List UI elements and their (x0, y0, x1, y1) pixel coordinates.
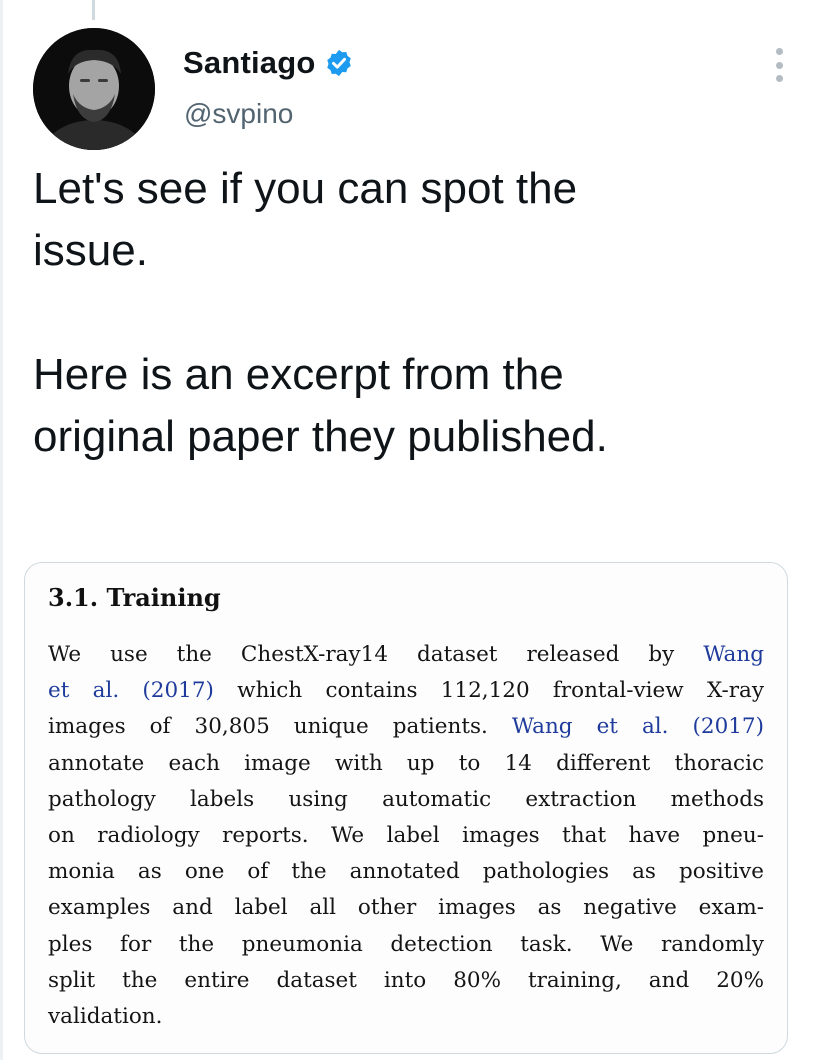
paper-line: split the entire dataset into 80% traini… (48, 967, 764, 993)
more-dot (775, 61, 783, 69)
paper-line: et al. (2017) which contains 112,120 fro… (48, 678, 764, 704)
paper-line: monia as one of the annotated pathologie… (48, 859, 764, 885)
author-handle[interactable]: @svpino (184, 98, 293, 130)
tweet-text: Let's see if you can spot the issue. Her… (33, 158, 793, 468)
tweet-paragraph-1: Let's see if you can spot the issue. (33, 164, 578, 275)
more-dot (775, 48, 783, 55)
citation-link: Wang (703, 642, 764, 667)
tweet-paragraph-2: Here is an excerpt from the original pap… (33, 350, 608, 461)
paper-line: on radiology reports. We label images th… (48, 823, 764, 849)
paper-line: pathology labels using automatic extract… (48, 786, 764, 812)
paper-section-heading: 3.1. Training (48, 583, 221, 612)
tweet-media-image[interactable]: 3.1. Training We use the ChestX-ray14 da… (24, 562, 788, 1054)
paper-excerpt-body: We use the ChestX-ray14 dataset released… (48, 637, 764, 1035)
paper-line: annotate each image with up to 14 differ… (48, 750, 764, 776)
avatar[interactable] (33, 28, 155, 150)
citation-link: Wang et al. (2017) (511, 714, 764, 740)
verified-badge-icon (324, 48, 354, 78)
paper-line: validation. (48, 1004, 163, 1030)
avatar-photo (33, 28, 155, 150)
author-name-text: Santiago (183, 45, 316, 80)
paper-line: ples for the pneumonia detection task. W… (48, 931, 764, 957)
more-dot (775, 75, 783, 82)
left-edge-border (0, 0, 3, 1060)
paper-line: We use the ChestX-ray14 dataset released… (48, 642, 764, 667)
paper-line: examples and label all other images as n… (48, 895, 764, 921)
author-name[interactable]: Santiago (183, 45, 354, 81)
thread-connector-line (92, 0, 95, 20)
more-options-icon[interactable] (768, 48, 790, 82)
paper-line: images of 30,805 unique patients. Wang e… (48, 714, 764, 740)
citation-link: et al. (2017) (48, 678, 214, 704)
